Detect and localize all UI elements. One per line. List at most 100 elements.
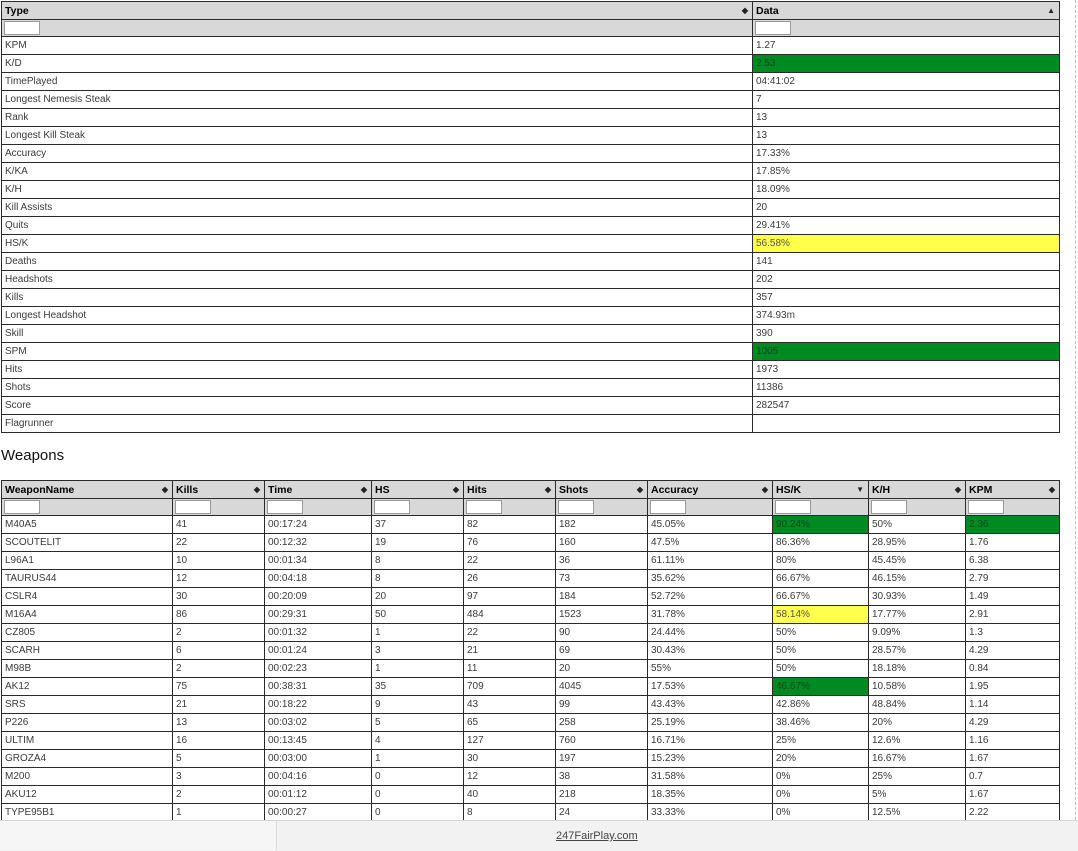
weapon-cell: 90 xyxy=(555,623,648,642)
stats-row: K/H 18.09% xyxy=(1,180,1060,199)
stats-header-row: Type ◆ Data ▲ xyxy=(1,1,1060,20)
stats-row: Kill Assists 20 xyxy=(1,198,1060,217)
weapon-cell: 28.57% xyxy=(868,641,966,660)
column-header-label: Type xyxy=(5,5,29,17)
filter-input[interactable] xyxy=(871,500,907,514)
filter-input[interactable] xyxy=(466,500,502,514)
stats-row: Skill 390 xyxy=(1,324,1060,343)
stats-table: Type ◆ Data ▲ KPM 1.27 K/D 2.53 TimePlayed 04… xyxy=(1,1,1060,433)
weapon-cell: CZ805 xyxy=(1,623,173,642)
weapon-cell: 1 xyxy=(371,749,464,768)
weapon-cell: 4 xyxy=(371,731,464,750)
weapon-cell: 13 xyxy=(172,713,265,732)
weapon-cell: 21 xyxy=(172,695,265,714)
weapon-cell: 65 xyxy=(463,713,556,732)
column-header[interactable]: Hits ◆ xyxy=(463,480,556,499)
weapon-cell: 12 xyxy=(463,767,556,786)
stats-type-cell: Accuracy xyxy=(1,144,753,163)
weapon-cell: 5 xyxy=(371,713,464,732)
footer-site-link[interactable]: 247FairPlay.com xyxy=(556,830,638,842)
sort-both-icon[interactable]: ◆ xyxy=(955,484,961,496)
sort-both-icon[interactable]: ◆ xyxy=(162,484,168,496)
weapon-cell: 30.43% xyxy=(647,641,773,660)
weapon-cell: 66.67% xyxy=(772,587,869,606)
stats-row: Longest Nemesis Steak 7 xyxy=(1,90,1060,109)
stats-value-cell: 20 xyxy=(752,198,1060,217)
weapon-cell: 15.23% xyxy=(647,749,773,768)
stats-type-cell: Longest Nemesis Steak xyxy=(1,90,753,109)
weapon-cell: L96A1 xyxy=(1,551,173,570)
stats-type-cell: KPM xyxy=(1,36,753,55)
weapon-cell: 9.09% xyxy=(868,623,966,642)
stats-row: Quits 29.41% xyxy=(1,216,1060,235)
filter-input[interactable] xyxy=(175,500,211,514)
stats-type-cell: Hits xyxy=(1,360,753,379)
weapon-cell: 82 xyxy=(463,515,556,534)
footer-bar: 247FairPlay.com xyxy=(0,820,1078,851)
filter-input[interactable] xyxy=(968,500,1004,514)
weapon-cell: 20 xyxy=(371,587,464,606)
filter-input-data[interactable] xyxy=(755,21,791,35)
weapon-cell: 8 xyxy=(371,551,464,570)
weapon-cell: 12 xyxy=(172,569,265,588)
stats-row: K/D 2.53 xyxy=(1,54,1060,73)
column-header[interactable]: K/H ◆ xyxy=(868,480,966,499)
column-header-type[interactable]: Type ◆ xyxy=(1,1,753,20)
filter-input[interactable] xyxy=(650,500,686,514)
weapon-cell: 6.38 xyxy=(965,551,1060,570)
weapon-cell: 0 xyxy=(371,785,464,804)
weapon-cell: 38 xyxy=(555,767,648,786)
sort-both-icon[interactable]: ◆ xyxy=(1049,484,1055,496)
filter-input[interactable] xyxy=(267,500,303,514)
stats-value-cell: 56.58% xyxy=(752,234,1060,253)
weapon-cell: 10.58% xyxy=(868,677,966,696)
sort-both-icon[interactable]: ◆ xyxy=(742,5,748,17)
column-header[interactable]: Accuracy ◆ xyxy=(647,480,773,499)
column-header[interactable]: WeaponName ◆ xyxy=(1,480,173,499)
weapon-cell: 4.29 xyxy=(965,641,1060,660)
weapon-cell: 20% xyxy=(772,749,869,768)
weapon-cell: 0% xyxy=(772,767,869,786)
column-header[interactable]: HS/K ▼ xyxy=(772,480,869,499)
filter-input[interactable] xyxy=(558,500,594,514)
weapon-row: M40A5 41 00:17:24 37 82 182 45.05% 90.24% 50% 2.3… xyxy=(1,515,1060,534)
stats-row: Longest Headshot 374.93m xyxy=(1,306,1060,325)
stats-type-cell: Kills xyxy=(1,288,753,307)
weapon-cell: 48.84% xyxy=(868,695,966,714)
weapon-cell: 160 xyxy=(555,533,648,552)
column-header[interactable]: HS ◆ xyxy=(371,480,464,499)
filter-input[interactable] xyxy=(4,500,40,514)
stats-type-cell: Skill xyxy=(1,324,753,343)
sort-both-icon[interactable]: ◆ xyxy=(254,484,260,496)
stats-type-cell: Kill Assists xyxy=(1,198,753,217)
column-header[interactable]: KPM ◆ xyxy=(965,480,1060,499)
filter-input[interactable] xyxy=(775,500,811,514)
stats-value-cell: 17.85% xyxy=(752,162,1060,181)
stats-value-cell: 1973 xyxy=(752,360,1060,379)
weapon-cell: 33.33% xyxy=(647,803,773,822)
weapon-cell: 28.95% xyxy=(868,533,966,552)
sort-desc-icon[interactable]: ▼ xyxy=(856,484,864,496)
weapon-cell: 8 xyxy=(463,803,556,822)
column-header[interactable]: Kills ◆ xyxy=(172,480,265,499)
weapon-cell: GROZA4 xyxy=(1,749,173,768)
stats-value-cell: 29.41% xyxy=(752,216,1060,235)
sort-both-icon[interactable]: ◆ xyxy=(361,484,367,496)
stats-type-cell: Rank xyxy=(1,108,753,127)
column-header[interactable]: Time ◆ xyxy=(264,480,372,499)
sort-both-icon[interactable]: ◆ xyxy=(637,484,643,496)
weapon-cell: 21 xyxy=(463,641,556,660)
weapon-cell: 00:17:24 xyxy=(264,515,372,534)
column-header-data[interactable]: Data ▲ xyxy=(752,1,1060,20)
filter-input[interactable] xyxy=(374,500,410,514)
column-header-label: Data xyxy=(756,5,779,17)
sort-both-icon[interactable]: ◆ xyxy=(762,484,768,496)
sort-asc-icon[interactable]: ▲ xyxy=(1047,5,1055,17)
sort-both-icon[interactable]: ◆ xyxy=(545,484,551,496)
column-header[interactable]: Shots ◆ xyxy=(555,480,648,499)
weapon-cell: 41 xyxy=(172,515,265,534)
weapon-cell: 00:04:16 xyxy=(264,767,372,786)
filter-input-type[interactable] xyxy=(4,21,40,35)
weapon-cell: 17.53% xyxy=(647,677,773,696)
sort-both-icon[interactable]: ◆ xyxy=(453,484,459,496)
